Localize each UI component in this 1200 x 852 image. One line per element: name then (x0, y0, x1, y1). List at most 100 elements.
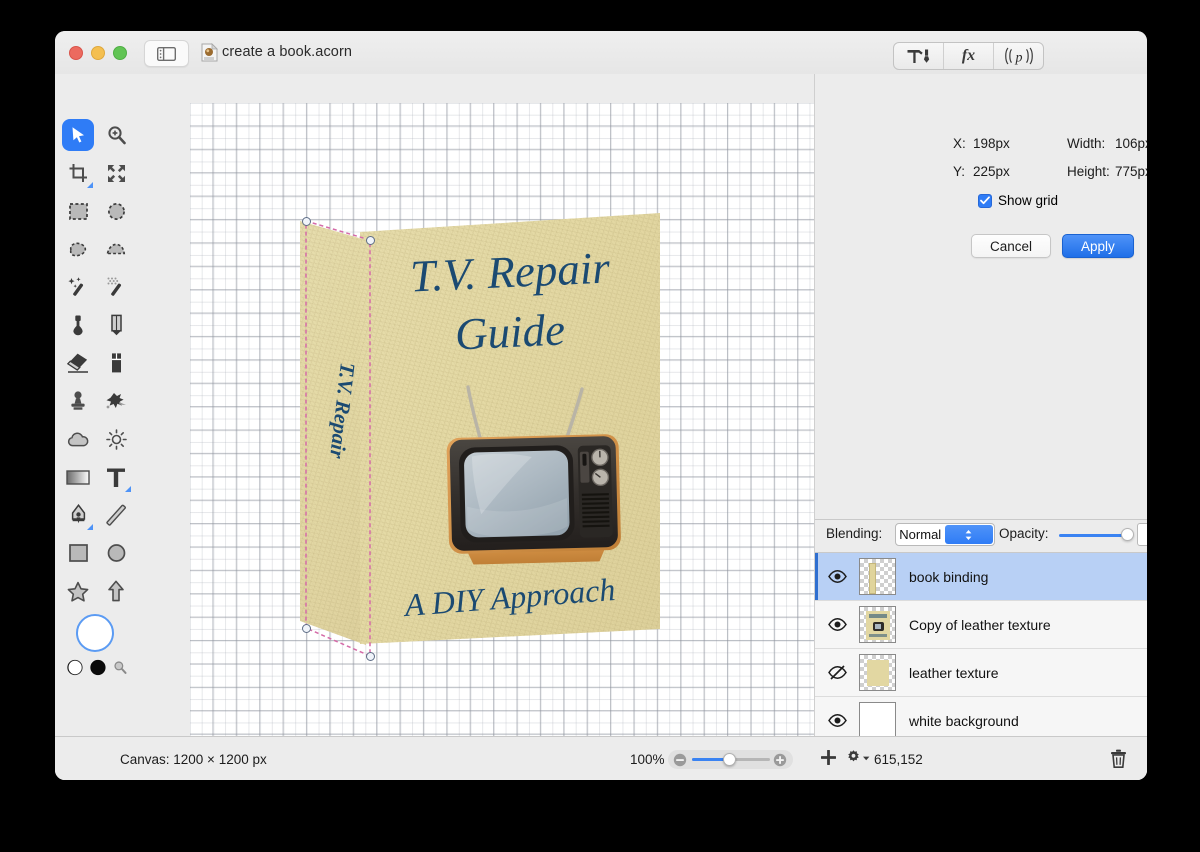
width-label: Width: (1067, 136, 1106, 151)
instant-alpha-icon (107, 277, 122, 296)
smudge-tool[interactable] (97, 382, 135, 420)
bezier-pen-tool[interactable] (59, 496, 97, 534)
layer-visibility-toggle[interactable] (815, 618, 859, 631)
table-row[interactable]: Copy of leather texture (815, 601, 1147, 649)
layer-thumbnail (859, 702, 896, 739)
opacity-slider-knob[interactable] (1121, 528, 1134, 541)
magnifier-icon (107, 125, 126, 144)
paint-bucket-tool[interactable] (59, 306, 97, 344)
pen-nib-icon (71, 504, 85, 524)
layer-visibility-toggle[interactable] (815, 570, 859, 583)
elliptical-select-tool[interactable] (97, 192, 135, 230)
zoom-in-icon[interactable] (773, 753, 787, 767)
smudge-splat-icon (106, 393, 126, 409)
black-color-swatch-icon[interactable] (90, 658, 106, 677)
cancel-button[interactable]: Cancel (971, 234, 1052, 258)
magic-wand-icon (68, 277, 84, 296)
hammer-pen-icon (907, 49, 929, 63)
line-tool[interactable] (97, 496, 135, 534)
transform-inspector: X: 198px Y: 225px Width: 106px Height: 7… (815, 74, 1147, 519)
instant-alpha-tool[interactable] (97, 268, 135, 306)
rectangular-select-tool[interactable] (59, 192, 97, 230)
svg-text:p: p (1014, 51, 1022, 66)
acorn-window: create a book.acorn fx p T.V. Repair T.V… (55, 31, 1147, 780)
layer-visibility-toggle[interactable] (815, 665, 859, 680)
swatch-row (67, 658, 127, 677)
x-value[interactable]: 198px (973, 136, 1010, 151)
zoom-tool[interactable] (97, 116, 135, 154)
lasso-select-tool[interactable] (59, 230, 97, 268)
blur-tool[interactable] (59, 420, 97, 458)
image-canvas[interactable]: T.V. Repair T.V. Repair Guide A DIY Appr… (190, 103, 868, 779)
crop-tool[interactable] (59, 154, 97, 192)
polygonal-select-tool[interactable] (97, 230, 135, 268)
layer-name: white background (909, 712, 1019, 729)
memory-usage-label: 615,152 (874, 752, 923, 767)
star-shape-tool[interactable] (59, 572, 97, 610)
blending-mode-value: Normal (899, 527, 942, 542)
zoom-slider[interactable] (668, 750, 793, 769)
palette-inspector-tab[interactable]: p (993, 43, 1043, 69)
transform-tool[interactable] (97, 154, 135, 192)
selection-handle-bottom-right[interactable] (366, 652, 375, 661)
zoom-slider-knob[interactable] (723, 753, 736, 766)
tools-inspector-tab[interactable] (894, 43, 943, 69)
trash-icon[interactable] (1110, 749, 1127, 768)
show-grid-checkbox[interactable] (978, 193, 992, 208)
show-grid-checkbox-row[interactable]: Show grid (978, 193, 1058, 208)
height-value[interactable]: 775px (1115, 164, 1147, 179)
color-picker-icon[interactable] (113, 659, 127, 676)
gradient-tool[interactable] (59, 458, 97, 496)
layer-visibility-toggle[interactable] (815, 714, 859, 727)
filters-inspector-tab[interactable]: fx (943, 43, 993, 69)
magic-wand-tool[interactable] (59, 268, 97, 306)
zoom-button[interactable] (113, 46, 127, 60)
eraser-tool[interactable] (59, 344, 97, 382)
screenshot-root: create a book.acorn fx p T.V. Repair T.V… (0, 0, 1200, 852)
line-icon (106, 504, 126, 526)
clone-stamp-tool[interactable] (59, 382, 97, 420)
ellipse-shape-tool[interactable] (97, 534, 135, 572)
table-row[interactable]: book binding (815, 553, 1147, 601)
blending-label: Blending: (826, 526, 883, 541)
opacity-slider[interactable] (1059, 528, 1134, 541)
inspector-segmented-control[interactable]: fx p (893, 42, 1044, 70)
foreground-color-swatch[interactable] (76, 614, 114, 652)
brightness-icon (105, 428, 127, 450)
y-value[interactable]: 225px (973, 164, 1010, 179)
traffic-light-buttons (69, 46, 127, 60)
sidebar-icon (157, 46, 176, 61)
half-tone-swatch-icon[interactable] (67, 658, 83, 677)
resize-arrows-icon (107, 164, 125, 182)
table-row[interactable]: leather texture (815, 649, 1147, 697)
right-inspector-panel: X: 198px Y: 225px Width: 106px Height: 7… (814, 74, 1147, 780)
selection-handle-top-left[interactable] (302, 217, 311, 226)
dodge-tool[interactable] (97, 420, 135, 458)
close-button[interactable] (69, 46, 83, 60)
sidebar-toggle-button[interactable] (144, 40, 189, 67)
blending-mode-select[interactable]: Normal (895, 523, 995, 546)
minimize-button[interactable] (91, 46, 105, 60)
star-icon (67, 581, 89, 602)
width-value[interactable]: 106px (1115, 136, 1147, 151)
pencil-tool[interactable] (97, 306, 135, 344)
eye-hidden-icon (827, 665, 847, 680)
gradient-eraser-tool[interactable] (97, 344, 135, 382)
pencil-icon (110, 314, 122, 336)
text-tool[interactable] (97, 458, 135, 496)
apply-button[interactable]: Apply (1062, 234, 1134, 258)
palette-icon: p (1004, 47, 1033, 66)
gradient-icon (66, 469, 90, 485)
move-tool[interactable] (59, 116, 97, 154)
selection-handle-top-right[interactable] (366, 236, 375, 245)
selection-handle-bottom-left[interactable] (302, 624, 311, 633)
opacity-slider-track (1059, 534, 1129, 537)
zoom-out-icon[interactable] (673, 753, 687, 767)
add-layer-plus-icon[interactable] (820, 749, 837, 766)
layer-actions-gear-icon[interactable] (845, 749, 871, 766)
rectangle-shape-tool[interactable] (59, 534, 97, 572)
opacity-value-field[interactable]: 100% (1137, 523, 1147, 546)
arrow-shape-tool[interactable] (97, 572, 135, 610)
document-title: create a book.acorn (222, 44, 353, 60)
window-titlebar: create a book.acorn fx p (55, 31, 1147, 75)
